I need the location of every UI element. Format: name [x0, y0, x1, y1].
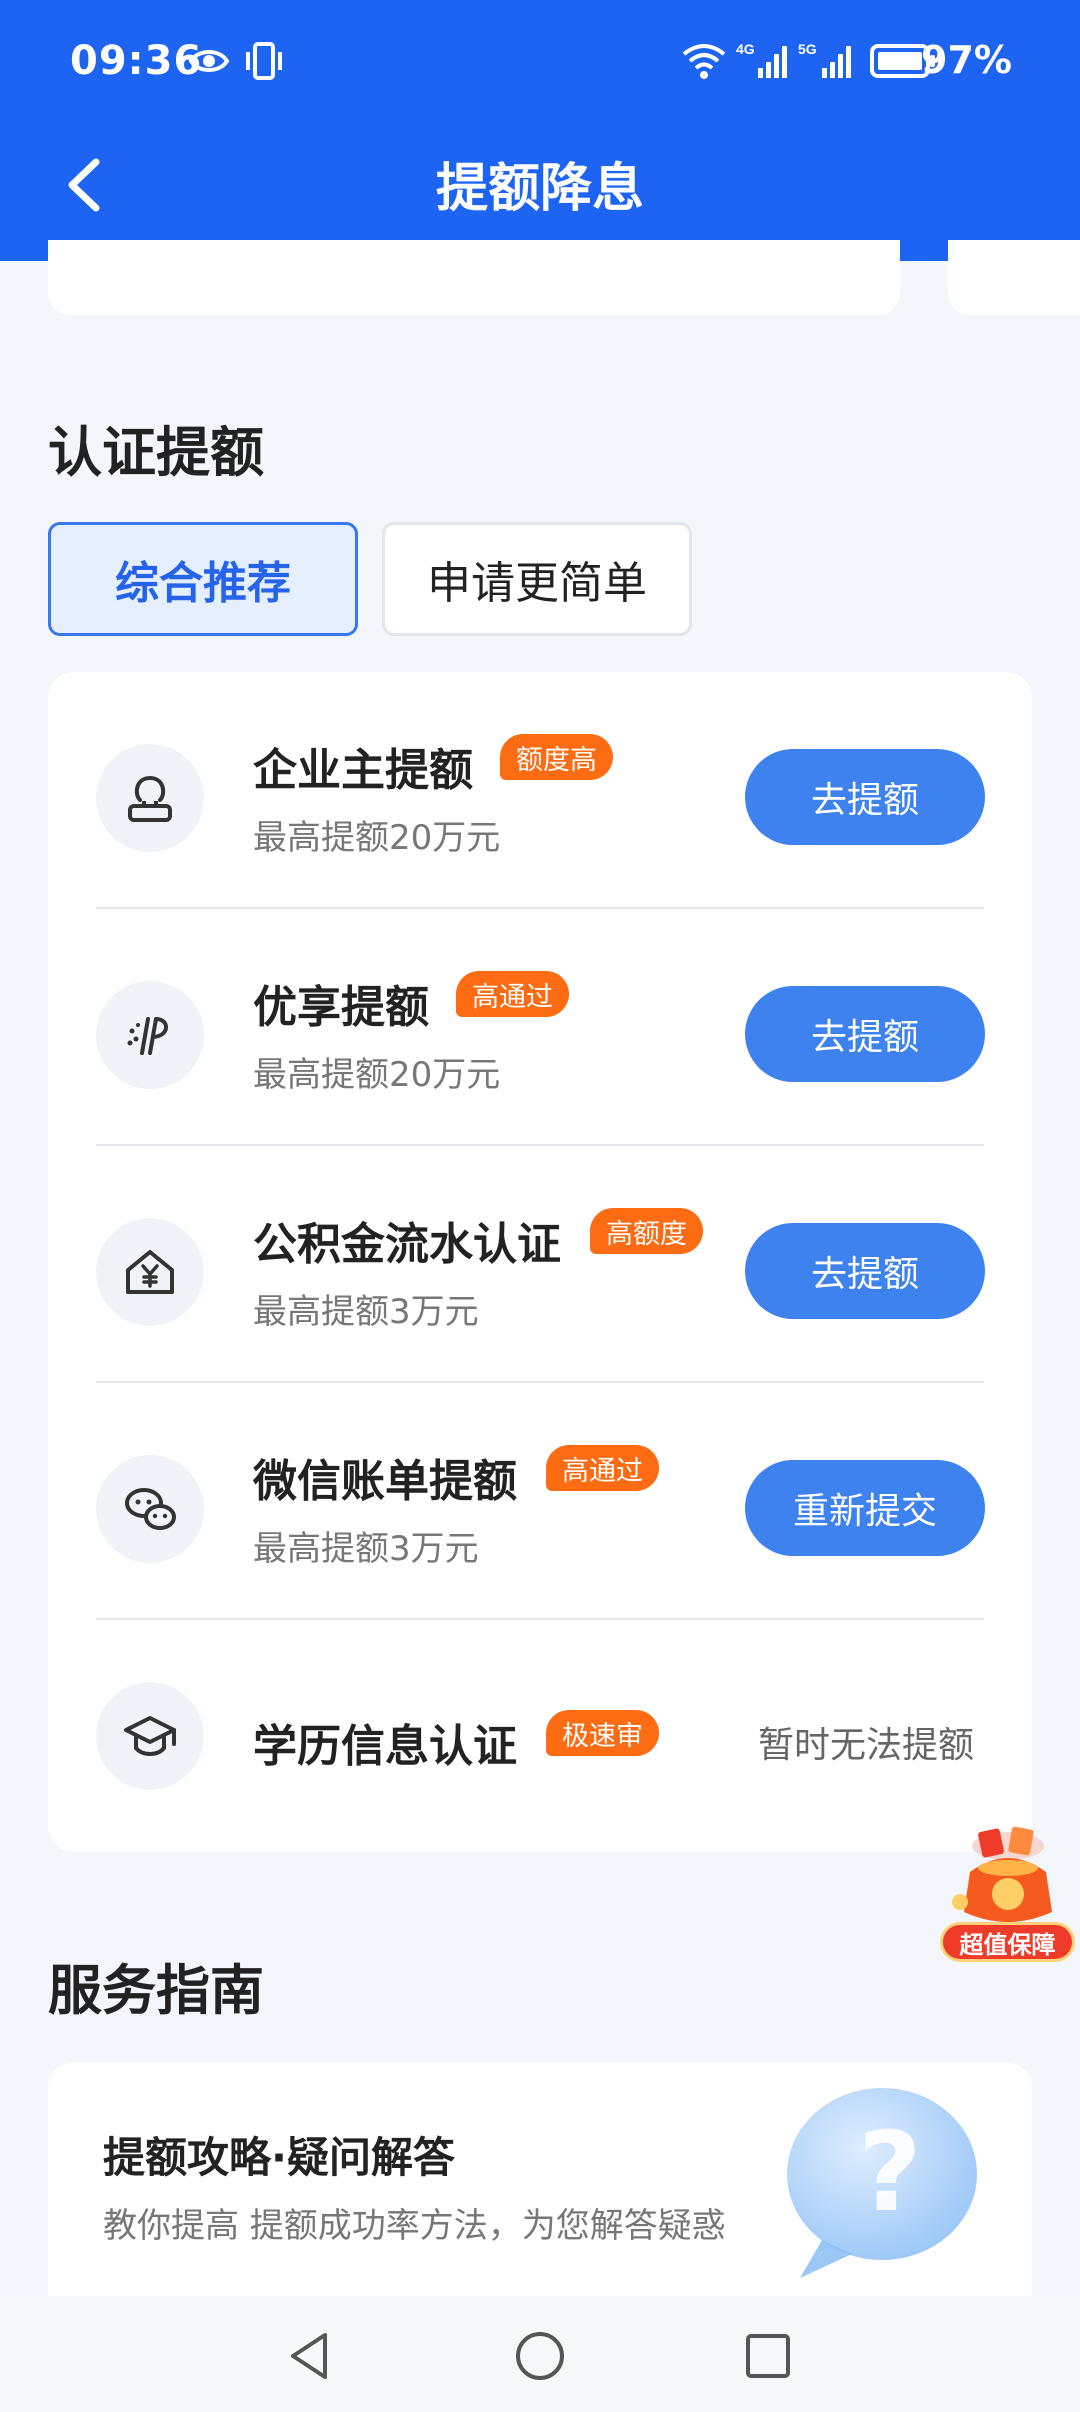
item-title: 微信账单提额 [253, 1456, 517, 1507]
nav-recents-icon[interactable] [728, 2316, 808, 2396]
section-title-cert: 认证提额 [48, 421, 264, 484]
item-badge: 极速审 [546, 1710, 659, 1756]
list-item: 学历信息认证 极速审 暂时无法提额 [48, 1620, 1032, 1852]
question-bubble-icon: ? [770, 2082, 1000, 2282]
item-subtitle: 最高提额3万元 [253, 1529, 479, 1569]
item-subtitle: 最高提额3万元 [253, 1292, 479, 1332]
svg-text:5G: 5G [798, 41, 817, 57]
svg-text:4G: 4G [736, 41, 755, 57]
item-title: 优享提额 [253, 982, 429, 1033]
house-yen-icon [96, 1218, 204, 1326]
promo-float[interactable]: 超值保障 [940, 1822, 1075, 1962]
status-bar: 09:36 4G 5G 97% [0, 0, 1080, 125]
item-title: 学历信息认证 [253, 1721, 517, 1772]
item-title: 公积金流水认证 [253, 1219, 561, 1270]
item-subtitle: 最高提额20万元 [253, 1055, 501, 1095]
raise-limit-button[interactable]: 去提额 [745, 986, 985, 1082]
cert-list: 企业主提额 额度高 最高提额20万元 去提额 优享提额 高通过 最高提额20万元… [48, 672, 1032, 1852]
guide-title: 提额攻略·疑问解答 [103, 2133, 455, 2182]
raise-limit-button[interactable]: 去提额 [745, 749, 985, 845]
graduation-cap-icon [96, 1682, 204, 1790]
premium-icon [96, 981, 204, 1089]
top-bar: 09:36 4G 5G 97% 提额降息 [0, 0, 1080, 261]
item-status: 暂时无法提额 [757, 1725, 974, 1766]
list-item: 企业主提额 额度高 最高提额20万元 去提额 [48, 672, 1032, 909]
list-item: 优享提额 高通过 最高提额20万元 去提额 [48, 909, 1032, 1146]
previous-card-next [948, 240, 1080, 315]
list-item: 公积金流水认证 高额度 最高提额3万元 去提额 [48, 1146, 1032, 1383]
item-badge: 高额度 [590, 1208, 703, 1254]
system-nav-bar [0, 2296, 1080, 2412]
vibrate-icon [244, 40, 284, 86]
item-badge: 额度高 [500, 734, 613, 780]
wifi-icon [680, 40, 728, 86]
wechat-icon [96, 1455, 204, 1563]
section-title-guide: 服务指南 [48, 1959, 264, 2022]
item-title: 企业主提额 [253, 745, 473, 796]
nav-back-icon[interactable] [270, 2316, 350, 2396]
battery-percentage: 97% [921, 38, 1012, 82]
resubmit-button[interactable]: 重新提交 [745, 1460, 985, 1556]
guide-description: 教你提高 提额成功率方法，为您解答疑惑 [103, 2206, 726, 2246]
eye-icon [188, 40, 230, 86]
promo-label: 超值保障 [940, 1922, 1075, 1962]
item-badge: 高通过 [456, 971, 569, 1017]
signal-4g-icon: 4G [736, 40, 788, 86]
person-icon [96, 744, 204, 852]
list-item: 微信账单提额 高通过 最高提额3万元 重新提交 [48, 1383, 1032, 1620]
page-title: 提额降息 [435, 159, 644, 219]
nav-home-icon[interactable] [500, 2316, 580, 2396]
guide-card[interactable]: 提额攻略·疑问解答 教你提高 提额成功率方法，为您解答疑惑 ? [48, 2062, 1032, 2322]
signal-5g-icon: 5G [798, 40, 856, 86]
status-time: 09:36 [70, 38, 203, 84]
raise-limit-button[interactable]: 去提额 [745, 1223, 985, 1319]
tab-easier-apply[interactable]: 申请更简单 [382, 522, 692, 636]
previous-card [48, 240, 900, 315]
item-subtitle: 最高提额20万元 [253, 818, 501, 858]
svg-text:?: ? [858, 2108, 922, 2236]
item-badge: 高通过 [546, 1445, 659, 1491]
tab-comprehensive[interactable]: 综合推荐 [48, 522, 358, 636]
